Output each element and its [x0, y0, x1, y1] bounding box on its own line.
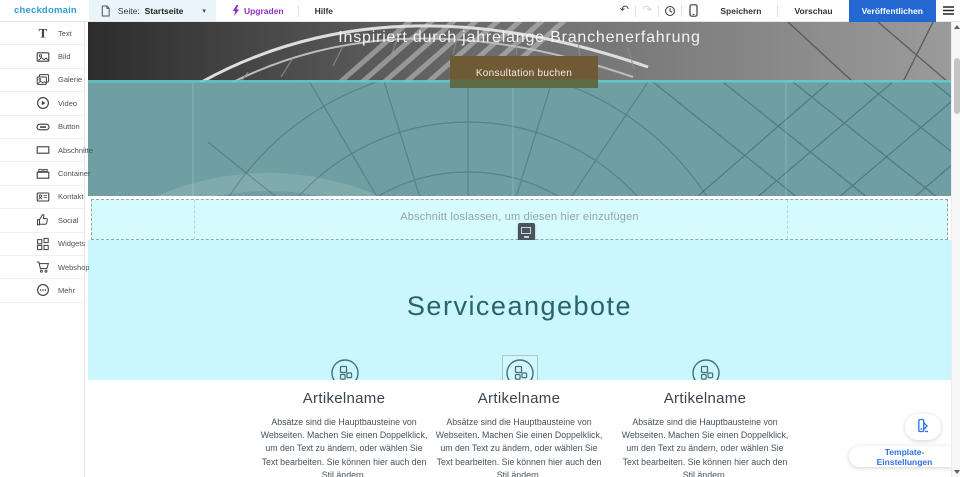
- article-column[interactable]: Artikelname Absätze sind die Hauptbauste…: [421, 380, 617, 477]
- toolbar-left-group: checkdomain Seite: Startseite ▾ Upgraden…: [0, 0, 349, 21]
- hero-cta-button[interactable]: Konsultation buchen: [450, 56, 598, 88]
- sidebar-item-label: Button: [58, 122, 80, 132]
- page-selector-dropdown[interactable]: Seite: Startseite ▾: [88, 0, 216, 21]
- redo-icon: ↷: [642, 4, 652, 16]
- article-body[interactable]: Absätze sind die Hauptbausteine von Webs…: [421, 416, 617, 477]
- sidebar-item-video[interactable]: Video: [0, 92, 84, 116]
- text-icon: T: [36, 26, 50, 40]
- app-window: checkdomain Seite: Startseite ▾ Upgraden…: [0, 0, 960, 477]
- dropzone-hint-text: Abschnitt loslassen, um diesen hier einz…: [400, 211, 639, 223]
- site-editor-canvas: Inspiriert durch jahrelange Branchenerfa…: [85, 22, 951, 477]
- design-swatch-icon: [916, 418, 931, 436]
- mobile-phone-icon: [686, 4, 700, 18]
- contact-icon: [36, 190, 50, 204]
- sidebar-item-label: Container: [58, 169, 91, 179]
- page-selector-value: Startseite: [144, 5, 184, 16]
- vertical-scrollbar[interactable]: [951, 22, 960, 477]
- widgets-icon: [36, 237, 50, 251]
- sections-icon: [36, 143, 50, 157]
- articles-row: Artikelname Absätze sind die Hauptbauste…: [85, 380, 951, 477]
- upgrade-label: Upgraden: [243, 5, 284, 16]
- toolbar-right-group: ↶ ↷ Speichern Vorschau Veröffentlichen: [613, 0, 960, 22]
- sidebar-item-container[interactable]: Container: [0, 162, 91, 186]
- webshop-cart-icon: [36, 260, 50, 274]
- elements-sidebar: T Text Bild Galerie Video Button Abschni…: [0, 22, 93, 477]
- preview-button[interactable]: Vorschau: [778, 6, 848, 16]
- sidebar-item-label: Mehr: [58, 285, 76, 295]
- sidebar-item-label: Video: [58, 98, 78, 108]
- history-button[interactable]: [659, 4, 681, 18]
- sidebar-item-widgets[interactable]: Widgets: [0, 232, 86, 256]
- article-column[interactable]: Artikelname Absätze sind die Hauptbauste…: [246, 380, 442, 477]
- page-selector-label: Seite:: [117, 5, 140, 16]
- services-section[interactable]: Serviceangebote: [88, 240, 951, 391]
- page-icon: [99, 4, 113, 18]
- sidebar-item-galerie[interactable]: Galerie: [0, 68, 84, 93]
- hamburger-icon: [942, 2, 954, 20]
- mobile-preview-button[interactable]: [682, 4, 704, 18]
- save-button[interactable]: Speichern: [704, 6, 777, 16]
- top-toolbar: checkdomain Seite: Startseite ▾ Upgraden…: [0, 0, 960, 22]
- article-title[interactable]: Artikelname: [607, 390, 803, 407]
- lightning-icon: [232, 4, 240, 18]
- sidebar-item-label: Widgets: [58, 239, 86, 249]
- undo-button[interactable]: ↶: [613, 5, 635, 16]
- sidebar-item-label: Galerie: [58, 75, 83, 85]
- sidebar-item-webshop[interactable]: Webshop: [0, 255, 90, 280]
- sidebar-item-text[interactable]: T Text: [0, 22, 84, 46]
- video-icon: [36, 96, 50, 110]
- sidebar-item-bild[interactable]: Bild: [0, 45, 84, 69]
- sidebar-item-abschnitte[interactable]: Abschnitte: [0, 138, 93, 163]
- social-thumbs-up-icon: [36, 213, 50, 227]
- more-icon: [36, 283, 50, 297]
- redo-button[interactable]: ↷: [636, 5, 658, 16]
- scrollbar-thumb[interactable]: [953, 58, 960, 114]
- menu-button[interactable]: [936, 2, 960, 20]
- sidebar-item-label: Kontakt: [58, 192, 84, 202]
- sidebar-item-mehr[interactable]: Mehr: [0, 279, 84, 303]
- button-icon: [36, 120, 50, 134]
- hero-background-image: [88, 22, 951, 196]
- upgrade-button[interactable]: Upgraden: [216, 0, 298, 21]
- services-heading[interactable]: Serviceangebote: [88, 291, 951, 322]
- gallery-icon: [36, 73, 50, 87]
- article-column[interactable]: Artikelname Absätze sind die Hauptbauste…: [607, 380, 803, 477]
- sidebar-item-label: Social: [58, 215, 79, 225]
- publish-button[interactable]: Veröffentlichen: [848, 0, 936, 22]
- article-body[interactable]: Absätze sind die Hauptbausteine von Webs…: [607, 416, 803, 477]
- help-button[interactable]: Hilfe: [299, 0, 349, 21]
- sidebar-item-label: Abschnitte: [58, 145, 94, 155]
- sidebar-item-label: Bild: [58, 52, 71, 62]
- image-icon: [36, 50, 50, 64]
- chevron-down-icon: ▾: [202, 7, 206, 15]
- sidebar-item-social[interactable]: Social: [0, 209, 84, 233]
- article-title[interactable]: Artikelname: [246, 390, 442, 407]
- sidebar-item-kontakt[interactable]: Kontakt: [0, 185, 84, 210]
- hero-section[interactable]: Inspiriert durch jahrelange Branchenerfa…: [88, 22, 951, 196]
- design-settings-button[interactable]: [905, 414, 941, 440]
- template-settings-button[interactable]: Template-Einstellungen: [849, 446, 960, 467]
- sidebar-item-label: Webshop: [58, 262, 90, 272]
- scrollbar-down-arrow[interactable]: [954, 470, 960, 474]
- history-clock-icon: [663, 4, 677, 18]
- article-body[interactable]: Absätze sind die Hauptbausteine von Webs…: [246, 416, 442, 477]
- article-title[interactable]: Artikelname: [421, 390, 617, 407]
- checkdomain-logo: checkdomain: [14, 5, 77, 16]
- scrollbar-up-arrow[interactable]: [954, 25, 960, 29]
- undo-icon: ↶: [619, 4, 629, 16]
- section-dropzone[interactable]: Abschnitt loslassen, um diesen hier einz…: [91, 199, 948, 242]
- container-icon: [36, 167, 50, 181]
- sidebar-item-label: Text: [58, 28, 72, 38]
- svg-text:T: T: [39, 26, 48, 40]
- sidebar-item-button[interactable]: Button: [0, 115, 84, 139]
- hero-heading[interactable]: Inspiriert durch jahrelange Branchenerfa…: [88, 29, 951, 47]
